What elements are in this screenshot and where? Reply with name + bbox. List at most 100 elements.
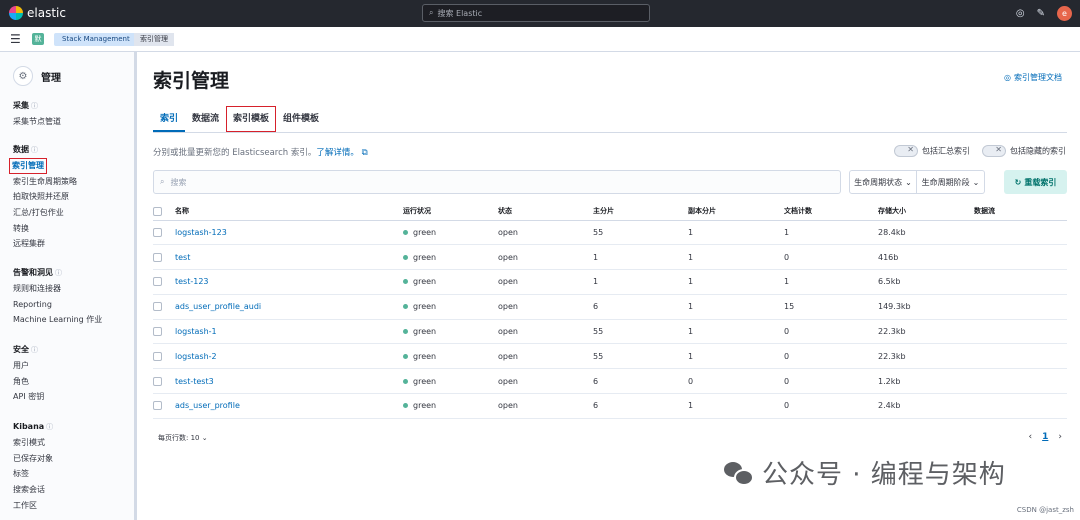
sidebar-item-search-sessions[interactable]: 搜索会话 xyxy=(13,482,53,498)
status-cell: open xyxy=(498,376,518,386)
row-checkbox[interactable] xyxy=(153,401,162,411)
index-name-link[interactable]: ads_user_profile_audi xyxy=(175,302,261,311)
breadcrumb-stack-management[interactable]: Stack Management xyxy=(54,33,138,46)
replica-shards-cell: 1 xyxy=(688,252,694,262)
index-name-link[interactable]: test-test3 xyxy=(175,377,214,386)
index-name-link[interactable]: test-123 xyxy=(175,277,209,286)
docs-count-cell: 0 xyxy=(784,252,790,262)
index-name-link[interactable]: test xyxy=(175,253,190,262)
sidebar-item-ml-jobs[interactable]: Machine Learning 作业 xyxy=(13,312,102,328)
sidebar-title: 管理 xyxy=(41,72,61,84)
index-name-link[interactable]: ads_user_profile xyxy=(175,401,240,410)
status-cell-wrap: open xyxy=(498,368,593,395)
global-search-input[interactable]: ⌕ 搜索 Elastic xyxy=(422,4,650,22)
hamburger-menu-icon[interactable]: ☰ xyxy=(10,32,21,46)
include-hidden-toggle[interactable] xyxy=(982,145,1006,157)
row-checkbox[interactable] xyxy=(153,351,162,361)
sidebar-item-transforms[interactable]: 转换 xyxy=(13,221,77,237)
docs-count-cell: 1 xyxy=(784,277,790,287)
tab-component-templates[interactable]: 组件模板 xyxy=(276,106,326,132)
column-header-name[interactable]: 名称 xyxy=(175,203,403,221)
rows-per-page-selector[interactable]: 每页行数: 10 ⌄ xyxy=(158,433,208,443)
health-status-dot-icon xyxy=(403,378,408,384)
sidebar-item-index-management[interactable]: 索引管理 xyxy=(9,158,47,174)
row-checkbox[interactable] xyxy=(153,327,162,337)
sidebar-item-ingest-pipelines[interactable]: 采集节点管道 xyxy=(13,114,61,130)
status-cell-wrap: open xyxy=(498,343,593,370)
include-rollup-toggle[interactable] xyxy=(894,145,918,157)
sidebar-group-security: 安全 ⓘ 用户 角色 API 密钥 xyxy=(13,342,44,405)
sidebar-item-index-patterns[interactable]: 索引模式 xyxy=(13,435,53,451)
sidebar-item-tags[interactable]: 标签 xyxy=(13,466,53,482)
docs-link[interactable]: ◎ 索引管理文档 xyxy=(1004,72,1062,83)
health-cell: green xyxy=(413,351,437,361)
elastic-logo[interactable]: elastic xyxy=(9,6,66,20)
sidebar-item-snapshot-restore[interactable]: 拍取快照并还原 xyxy=(13,189,77,205)
status-cell: open xyxy=(498,401,518,411)
column-header-storage-size[interactable]: 存储大小 xyxy=(878,203,974,221)
row-checkbox[interactable] xyxy=(153,302,162,312)
previous-page-icon[interactable]: ‹ xyxy=(1029,432,1033,442)
health-status-dot-icon xyxy=(403,254,408,260)
column-header-data-stream[interactable]: 数据流 xyxy=(974,203,1067,221)
reload-indices-button[interactable]: ↻ 重载索引 xyxy=(1004,170,1067,194)
health-cell-wrap: green xyxy=(403,319,498,345)
sidebar-item-saved-objects[interactable]: 已保存对象 xyxy=(13,451,53,467)
column-header-docs-count[interactable]: 文档计数 xyxy=(784,203,878,221)
newsfeed-icon[interactable]: ✎ xyxy=(1037,8,1045,19)
docs-count-cell: 0 xyxy=(784,376,790,386)
column-header-status[interactable]: 状态 xyxy=(498,203,593,221)
space-avatar[interactable]: 默 xyxy=(32,33,44,45)
index-name-link[interactable]: logstash-1 xyxy=(175,327,217,336)
description-text: 分别或批量更新您的 Elasticsearch 索引。 xyxy=(153,148,317,158)
info-icon: ⓘ xyxy=(31,346,38,354)
row-checkbox[interactable] xyxy=(153,227,162,237)
row-checkbox[interactable] xyxy=(153,376,162,386)
sidebar-item-api-keys[interactable]: API 密钥 xyxy=(13,389,44,405)
tab-index-templates[interactable]: 索引模板 xyxy=(226,106,277,132)
primary-shards-cell-wrap: 6 xyxy=(593,294,688,320)
reload-label: 重载索引 xyxy=(1024,177,1057,187)
sidebar-item-remote-clusters[interactable]: 远程集群 xyxy=(13,236,77,252)
learn-more-link[interactable]: 了解详情。 xyxy=(316,148,359,158)
lifecycle-status-filter[interactable]: 生命周期状态 ⌄ xyxy=(849,170,917,194)
status-cell-wrap: open xyxy=(498,393,593,419)
sidebar-item-ilm-policies[interactable]: 索引生命周期策略 xyxy=(13,174,77,190)
row-checkbox[interactable] xyxy=(153,277,162,287)
help-icon[interactable]: ◎ xyxy=(1016,8,1025,19)
column-header-replicas[interactable]: 副本分片 xyxy=(688,203,784,221)
index-search-placeholder: 搜索 xyxy=(170,177,187,187)
column-header-primary[interactable]: 主分片 xyxy=(593,203,688,221)
lifecycle-phase-filter[interactable]: 生命周期阶段 ⌄ xyxy=(917,170,985,194)
index-search-input[interactable]: ⌕ 搜索 xyxy=(153,170,841,194)
sidebar-item-roles[interactable]: 角色 xyxy=(13,374,44,390)
tab-data-streams[interactable]: 数据流 xyxy=(185,106,226,132)
user-avatar[interactable]: e xyxy=(1057,6,1072,21)
sidebar-item-spaces[interactable]: 工作区 xyxy=(13,498,53,514)
page-number-current[interactable]: 1 xyxy=(1042,432,1048,442)
index-name-link[interactable]: logstash-2 xyxy=(175,352,217,361)
primary-shards-cell: 55 xyxy=(593,351,604,361)
help-icon: ◎ xyxy=(1004,73,1011,82)
sidebar-item-rollup-jobs[interactable]: 汇总/打包作业 xyxy=(13,205,77,221)
next-page-icon[interactable]: › xyxy=(1058,432,1062,442)
row-checkbox[interactable] xyxy=(153,252,162,262)
docs-count-cell: 0 xyxy=(784,327,790,337)
primary-shards-cell-wrap: 1 xyxy=(593,244,688,271)
tab-indices[interactable]: 索引 xyxy=(153,106,186,132)
health-cell: green xyxy=(413,277,437,287)
row-checkbox-cell xyxy=(153,244,175,271)
select-all-checkbox[interactable] xyxy=(153,206,162,216)
sidebar-item-rules-connectors[interactable]: 规则和连接器 xyxy=(13,281,102,297)
data-stream-cell-wrap xyxy=(974,319,1067,345)
top-header-bar: elastic ⌕ 搜索 Elastic ◎ ✎ e xyxy=(0,0,1080,27)
replica-shards-cell: 1 xyxy=(688,302,694,312)
sidebar-item-users[interactable]: 用户 xyxy=(13,358,44,374)
primary-shards-cell: 55 xyxy=(593,327,604,337)
index-name-link[interactable]: logstash-123 xyxy=(175,228,227,237)
sidebar-item-reporting[interactable]: Reporting xyxy=(13,297,102,313)
chevron-down-icon: ⌄ xyxy=(972,177,980,187)
status-cell-wrap: open xyxy=(498,269,593,295)
column-header-health[interactable]: 运行状况 xyxy=(403,203,498,221)
row-checkbox-cell xyxy=(153,269,175,295)
